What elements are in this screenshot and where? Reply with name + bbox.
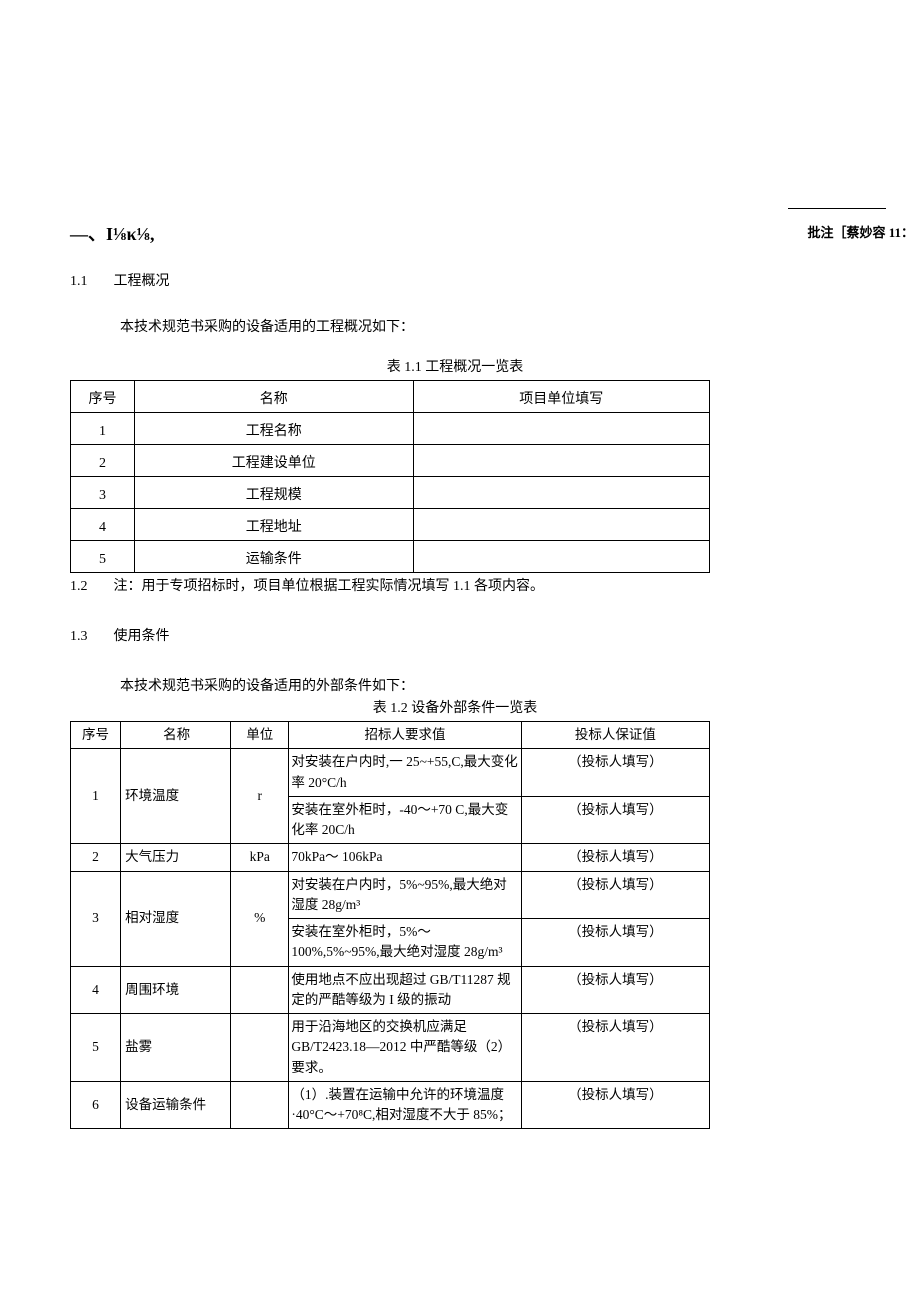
section-1-1-title: 工程概况 — [114, 274, 170, 289]
table-1-cell-fill — [413, 413, 709, 445]
section-1-2-note: 1.2 注：用于专项招标时，项目单位根据工程实际情况填写 1.1 各项内容。 — [70, 575, 840, 595]
table-2-cell-name: 大气压力 — [121, 844, 231, 871]
table-1-cell-seq: 4 — [71, 509, 135, 541]
table-2-cell-seq: 6 — [71, 1081, 121, 1129]
table-1-cell-name: 工程名称 — [135, 413, 413, 445]
table-2-cell-name: 相对湿度 — [121, 871, 231, 966]
table-2-cell-req: 安装在室外柜时，-40～+70 C,最大变化率 20C/h — [289, 796, 521, 844]
comment-annotation: 批注［蔡妙容 11： — [807, 222, 914, 241]
table-1-cell-seq: 1 — [71, 413, 135, 445]
section-1-3-title: 使用条件 — [114, 629, 170, 644]
section-1-1-intro: 本技术规范书采购的设备适用的工程概况如下： — [120, 316, 840, 336]
table-2-header-unit: 单位 — [231, 722, 289, 749]
table-2-cell-guar: （投标人填写） — [521, 1081, 709, 1129]
table-2-cell-guar: （投标人填写） — [521, 919, 709, 967]
table-2-cell-seq: 3 — [71, 871, 121, 966]
table-2: 序号 名称 单位 招标人要求值 投标人保证值 1 环境温度 r 对安装在户内时,… — [70, 721, 710, 1129]
table-2-cell-guar: （投标人填写） — [521, 1014, 709, 1082]
table-row: 1 环境温度 r 对安装在户内时,一 25~+55,C,最大变化率 20°C/h… — [71, 749, 710, 797]
table-row: 1 工程名称 — [71, 413, 710, 445]
table-2-cell-req: 安装在室外柜时，5%～100%,5%~95%,最大绝对湿度 28g/m³ — [289, 919, 521, 967]
table-row: 3 相对湿度 % 对安装在户内时，5%~95%,最大绝对湿度 28g/m³ （投… — [71, 871, 710, 919]
table-2-header-name: 名称 — [121, 722, 231, 749]
table-2-cell-seq: 1 — [71, 749, 121, 844]
table-2-cell-name: 周围环境 — [121, 966, 231, 1014]
table-2-cell-guar: （投标人填写） — [521, 844, 709, 871]
heading-1: —、I⅛κ⅛, — [70, 220, 840, 246]
table-2-cell-unit — [231, 966, 289, 1014]
table-1-cell-fill — [413, 541, 709, 573]
table-2-header-req: 招标人要求值 — [289, 722, 521, 749]
table-row: 4 工程地址 — [71, 509, 710, 541]
table-row: 4 周围环境 使用地点不应出现超过 GB/T11287 规定的严酷等级为 I 级… — [71, 966, 710, 1014]
table-2-cell-guar: （投标人填写） — [521, 871, 709, 919]
table-1-header-seq: 序号 — [71, 381, 135, 413]
table-1-cell-name: 运输条件 — [135, 541, 413, 573]
table-2-header-row: 序号 名称 单位 招标人要求值 投标人保证值 — [71, 722, 710, 749]
table-1-cell-seq: 5 — [71, 541, 135, 573]
table-1-caption: 表 1.1 工程概况一览表 — [70, 356, 840, 376]
table-1-cell-seq: 3 — [71, 477, 135, 509]
table-2-cell-guar: （投标人填写） — [521, 749, 709, 797]
table-row: 3 工程规模 — [71, 477, 710, 509]
table-row: 5 盐雾 用于沿海地区的交换机应满足 GB/T2423.18—2012 中严酷等… — [71, 1014, 710, 1082]
table-1-cell-name: 工程规模 — [135, 477, 413, 509]
table-2-caption: 表 1.2 设备外部条件一览表 — [70, 697, 840, 717]
section-1-1-header: 1.1 工程概况 — [70, 270, 840, 290]
table-2-header-seq: 序号 — [71, 722, 121, 749]
table-2-cell-guar: （投标人填写） — [521, 966, 709, 1014]
table-2-cell-seq: 4 — [71, 966, 121, 1014]
table-1-cell-fill — [413, 477, 709, 509]
table-2-cell-seq: 5 — [71, 1014, 121, 1082]
table-2-cell-unit — [231, 1014, 289, 1082]
table-row: 2 大气压力 kPa 70kPa～ 106kPa （投标人填写） — [71, 844, 710, 871]
table-row: 6 设备运输条件 （1）.装置在运输中允许的环境温度·40°C～+70⁸C,相对… — [71, 1081, 710, 1129]
section-1-2-text: 注：用于专项招标时，项目单位根据工程实际情况填写 1.1 各项内容。 — [114, 579, 545, 594]
section-1-3-header: 1.3 使用条件 — [70, 625, 840, 645]
table-1: 序号 名称 项目单位填写 1 工程名称 2 工程建设单位 3 工程规模 — [70, 380, 710, 573]
table-2-cell-req: 用于沿海地区的交换机应满足 GB/T2423.18—2012 中严酷等级（2）要… — [289, 1014, 521, 1082]
table-2-header-guar: 投标人保证值 — [521, 722, 709, 749]
table-2-cell-seq: 2 — [71, 844, 121, 871]
table-2-cell-req: 对安装在户内时,一 25~+55,C,最大变化率 20°C/h — [289, 749, 521, 797]
table-1-header-fill: 项目单位填写 — [413, 381, 709, 413]
table-1-cell-seq: 2 — [71, 445, 135, 477]
section-1-3-intro: 本技术规范书采购的设备适用的外部条件如下： — [120, 675, 840, 695]
table-1-cell-name: 工程建设单位 — [135, 445, 413, 477]
table-2-cell-req: （1）.装置在运输中允许的环境温度·40°C～+70⁸C,相对湿度不大于 85%… — [289, 1081, 521, 1129]
table-2-cell-unit: % — [231, 871, 289, 966]
table-2-cell-req: 使用地点不应出现超过 GB/T11287 规定的严酷等级为 I 级的振动 — [289, 966, 521, 1014]
table-row: 5 运输条件 — [71, 541, 710, 573]
table-1-header-name: 名称 — [135, 381, 413, 413]
table-2-cell-guar: （投标人填写） — [521, 796, 709, 844]
table-1-cell-name: 工程地址 — [135, 509, 413, 541]
table-2-cell-name: 盐雾 — [121, 1014, 231, 1082]
comment-underline — [788, 208, 886, 209]
table-2-cell-name: 环境温度 — [121, 749, 231, 844]
page-body: —、I⅛κ⅛, 1.1 工程概况 本技术规范书采购的设备适用的工程概况如下： 表… — [0, 0, 920, 1189]
table-row: 2 工程建设单位 — [71, 445, 710, 477]
section-1-2-num: 1.2 — [70, 579, 110, 595]
table-1-header-row: 序号 名称 项目单位填写 — [71, 381, 710, 413]
table-1-cell-fill — [413, 509, 709, 541]
table-2-cell-unit: kPa — [231, 844, 289, 871]
table-1-cell-fill — [413, 445, 709, 477]
table-2-cell-req: 70kPa～ 106kPa — [289, 844, 521, 871]
section-1-3-num: 1.3 — [70, 629, 110, 645]
table-2-cell-name: 设备运输条件 — [121, 1081, 231, 1129]
table-2-cell-unit — [231, 1081, 289, 1129]
table-2-cell-unit: r — [231, 749, 289, 844]
table-2-cell-req: 对安装在户内时，5%~95%,最大绝对湿度 28g/m³ — [289, 871, 521, 919]
section-1-1-num: 1.1 — [70, 274, 110, 290]
